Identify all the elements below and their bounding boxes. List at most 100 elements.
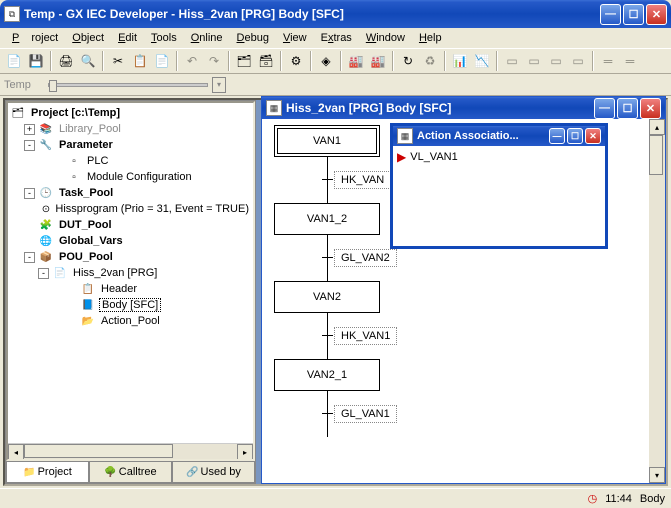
main-titlebar: ⧉ Temp - GX IEC Developer - Hiss_2van [P… bbox=[0, 0, 671, 28]
project-icon: 🗂 bbox=[10, 106, 26, 120]
action-item[interactable]: ▶ VL_VAN1 bbox=[397, 150, 601, 164]
menu-edit[interactable]: Edit bbox=[112, 30, 143, 46]
action-close-button[interactable]: ✕ bbox=[585, 128, 601, 144]
tree-hscroll[interactable]: ◂ ▸ bbox=[8, 443, 253, 459]
sfc-transition-label: GL_VAN1 bbox=[334, 405, 397, 423]
menu-view[interactable]: View bbox=[277, 30, 313, 46]
menu-help[interactable]: Help bbox=[413, 30, 448, 46]
scroll-up-icon[interactable]: ▴ bbox=[649, 119, 665, 135]
tree-twisty[interactable]: - bbox=[24, 188, 35, 199]
tool2-icon[interactable]: 🗃 bbox=[256, 51, 276, 71]
new-icon[interactable]: 📄 bbox=[4, 51, 24, 71]
sfc-step[interactable]: VAN1 bbox=[274, 125, 380, 157]
sfc-transition[interactable]: GL_VAN1 bbox=[274, 405, 397, 423]
menu-object[interactable]: Object bbox=[66, 30, 110, 46]
menu-extras[interactable]: Extras bbox=[315, 30, 358, 46]
tool9-icon[interactable]: 📊 bbox=[450, 51, 470, 71]
sfc-transition[interactable]: HK_VAN bbox=[274, 171, 397, 189]
menu-tools[interactable]: Tools bbox=[145, 30, 183, 46]
tree-row[interactable]: -📄Hiss_2van [PRG] bbox=[10, 265, 251, 281]
tree-row[interactable]: -🕒Task_Pool bbox=[10, 185, 251, 201]
action-body[interactable]: ▶ VL_VAN1 bbox=[393, 146, 605, 246]
temp-dropdown[interactable]: ▾ bbox=[212, 77, 226, 93]
maximize-button[interactable]: ☐ bbox=[623, 4, 644, 25]
tree-item-label: Parameter bbox=[57, 139, 115, 151]
action-item-label: VL_VAN1 bbox=[410, 151, 458, 163]
sfc-transition[interactable]: GL_VAN2 bbox=[274, 249, 397, 267]
tool4-icon[interactable]: ◈ bbox=[316, 51, 336, 71]
project-tree-panel: 🗂 Project [c:\Temp] +📚Library_Pool-🔧Para… bbox=[5, 100, 256, 484]
tool16-icon[interactable]: ═ bbox=[620, 51, 640, 71]
tab-calltree[interactable]: 🌳 Calltree bbox=[89, 462, 172, 483]
tool5-icon[interactable]: 🏭 bbox=[346, 51, 366, 71]
tool15-icon[interactable]: ═ bbox=[598, 51, 618, 71]
window-title: Temp - GX IEC Developer - Hiss_2van [PRG… bbox=[24, 7, 600, 21]
menu-online[interactable]: Online bbox=[185, 30, 229, 46]
minimize-button[interactable]: — bbox=[600, 4, 621, 25]
tool8-icon[interactable]: ♻ bbox=[420, 51, 440, 71]
scroll-down-icon[interactable]: ▾ bbox=[649, 467, 665, 483]
tool3-icon[interactable]: ⚙ bbox=[286, 51, 306, 71]
copy-icon[interactable]: 📋 bbox=[130, 51, 150, 71]
save-icon[interactable]: 💾 bbox=[26, 51, 46, 71]
sfc-transition-label: HK_VAN bbox=[334, 171, 391, 189]
tree-row[interactable]: ▫Module Configuration bbox=[10, 169, 251, 185]
action-minimize-button[interactable]: — bbox=[549, 128, 565, 144]
tree-twisty[interactable]: - bbox=[24, 252, 35, 263]
scroll-left-icon[interactable]: ◂ bbox=[8, 444, 24, 460]
tool7-icon[interactable]: ↻ bbox=[398, 51, 418, 71]
tree-row[interactable]: +📚Library_Pool bbox=[10, 121, 251, 137]
tool12-icon[interactable]: ▭ bbox=[524, 51, 544, 71]
sfc-step[interactable]: VAN2_1 bbox=[274, 359, 380, 391]
tab-project[interactable]: 📁 Project bbox=[6, 462, 89, 483]
tree-row[interactable]: 📋Header bbox=[10, 281, 251, 297]
sfc-maximize-button[interactable]: ☐ bbox=[617, 98, 638, 119]
tab-usedby[interactable]: 🔗 Used by bbox=[172, 462, 255, 483]
sfc-step[interactable]: VAN1_2 bbox=[274, 203, 380, 235]
paste-icon[interactable]: 📄 bbox=[152, 51, 172, 71]
tree-root[interactable]: 🗂 Project [c:\Temp] bbox=[10, 105, 251, 121]
sfc-vscroll[interactable]: ▴ ▾ bbox=[649, 119, 665, 483]
tree-item-icon: ▫ bbox=[66, 170, 82, 184]
sfc-minimize-button[interactable]: — bbox=[594, 98, 615, 119]
tree-row[interactable]: 🌐Global_Vars bbox=[10, 233, 251, 249]
menu-debug[interactable]: Debug bbox=[231, 30, 275, 46]
tree-item-label: Task_Pool bbox=[57, 187, 115, 199]
tree-row[interactable]: -📦POU_Pool bbox=[10, 249, 251, 265]
tree-row[interactable]: 📘Body [SFC] bbox=[10, 297, 251, 313]
sfc-close-button[interactable]: ✕ bbox=[640, 98, 661, 119]
tree-row[interactable]: 📂Action_Pool bbox=[10, 313, 251, 329]
cut-icon[interactable]: ✂ bbox=[108, 51, 128, 71]
scroll-right-icon[interactable]: ▸ bbox=[237, 444, 253, 460]
tree-twisty[interactable]: - bbox=[38, 268, 49, 279]
tree-row[interactable]: ▫PLC bbox=[10, 153, 251, 169]
tree-row[interactable]: -🔧Parameter bbox=[10, 137, 251, 153]
action-titlebar[interactable]: ▦ Action Associatio... — ☐ ✕ bbox=[393, 126, 605, 146]
tool10-icon[interactable]: 📉 bbox=[472, 51, 492, 71]
tool-icon[interactable]: 🗂 bbox=[234, 51, 254, 71]
redo-icon[interactable]: ↷ bbox=[204, 51, 224, 71]
tree-twisty[interactable]: - bbox=[24, 140, 35, 151]
menu-project[interactable]: Project bbox=[6, 30, 64, 46]
sfc-transition[interactable]: HK_VAN1 bbox=[274, 327, 397, 345]
temp-slider[interactable] bbox=[48, 83, 208, 87]
sfc-titlebar[interactable]: ▦ Hiss_2van [PRG] Body [SFC] — ☐ ✕ bbox=[262, 97, 665, 119]
project-tree[interactable]: 🗂 Project [c:\Temp] +📚Library_Pool-🔧Para… bbox=[6, 101, 255, 461]
sfc-step[interactable]: VAN2 bbox=[274, 281, 380, 313]
menu-window[interactable]: Window bbox=[360, 30, 411, 46]
tree-twisty[interactable]: + bbox=[24, 124, 35, 135]
print-icon[interactable]: 🖨 bbox=[56, 51, 76, 71]
sfc-window: ▦ Hiss_2van [PRG] Body [SFC] — ☐ ✕ VAN1 H… bbox=[261, 96, 666, 484]
tree-row[interactable]: 🧩DUT_Pool bbox=[10, 217, 251, 233]
tool13-icon[interactable]: ▭ bbox=[546, 51, 566, 71]
tree-row[interactable]: ⊙Hissprogram (Prio = 31, Event = TRUE) bbox=[10, 201, 251, 217]
close-button[interactable]: ✕ bbox=[646, 4, 667, 25]
preview-icon[interactable]: 🔍 bbox=[78, 51, 98, 71]
tool11-icon[interactable]: ▭ bbox=[502, 51, 522, 71]
tool14-icon[interactable]: ▭ bbox=[568, 51, 588, 71]
tree-item-icon: 🌐 bbox=[38, 234, 54, 248]
action-maximize-button[interactable]: ☐ bbox=[567, 128, 583, 144]
undo-icon[interactable]: ↶ bbox=[182, 51, 202, 71]
sfc-body[interactable]: VAN1 HK_VAN VAN1_2 GL_VAN2 VAN2 HK_VAN1 VAN2_1… bbox=[262, 119, 665, 483]
tool6-icon[interactable]: 🏭 bbox=[368, 51, 388, 71]
